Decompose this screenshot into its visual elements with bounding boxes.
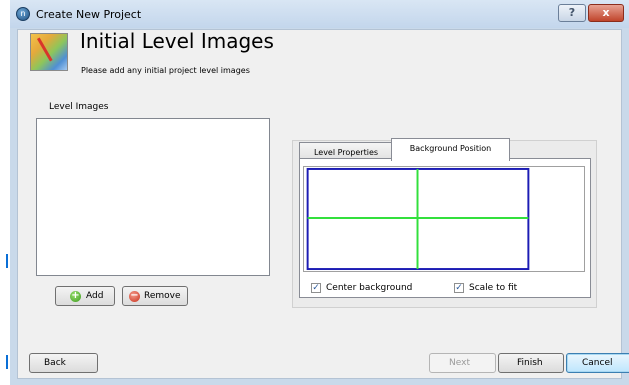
finish-button-label: Finish [517,358,543,368]
minus-icon: − [129,290,140,302]
cancel-button-label: Cancel [582,358,613,368]
remove-button-label: Remove [144,291,181,301]
dialog-window: n Create New Project ? x Initial Level I… [10,0,629,385]
edge-marker [6,355,8,369]
remove-button[interactable]: − Remove [122,286,188,306]
cancel-button[interactable]: Cancel [566,353,629,373]
back-button-label: Back [44,358,66,368]
add-button-label: Add [86,291,104,301]
title-bar: n Create New Project ? x [10,0,629,28]
level-images-label: Level Images [49,102,109,112]
app-icon: n [16,7,30,21]
level-images-icon [30,33,68,71]
window-title: Create New Project [36,8,142,21]
finish-button[interactable]: Finish [498,353,564,373]
next-button[interactable]: Next [429,353,496,373]
back-button[interactable]: Back [29,353,98,373]
scale-to-fit-checkbox[interactable]: ✓ [454,283,464,293]
tab-background-position[interactable]: Background Position [391,138,510,161]
edge-marker [6,254,8,268]
center-background-checkbox[interactable]: ✓ [311,283,321,293]
center-background-label: Center background [326,283,413,293]
page-subtitle: Please add any initial project level ima… [81,66,250,75]
close-button[interactable]: x [588,4,624,22]
plus-icon: + [70,290,81,302]
scale-to-fit-label: Scale to fit [469,283,518,293]
help-button[interactable]: ? [558,4,586,22]
level-images-list[interactable] [36,118,270,276]
next-button-label: Next [449,358,470,368]
page-title: Initial Level Images [80,29,274,53]
add-button[interactable]: + Add [55,286,115,306]
background-position-preview[interactable] [303,166,585,272]
